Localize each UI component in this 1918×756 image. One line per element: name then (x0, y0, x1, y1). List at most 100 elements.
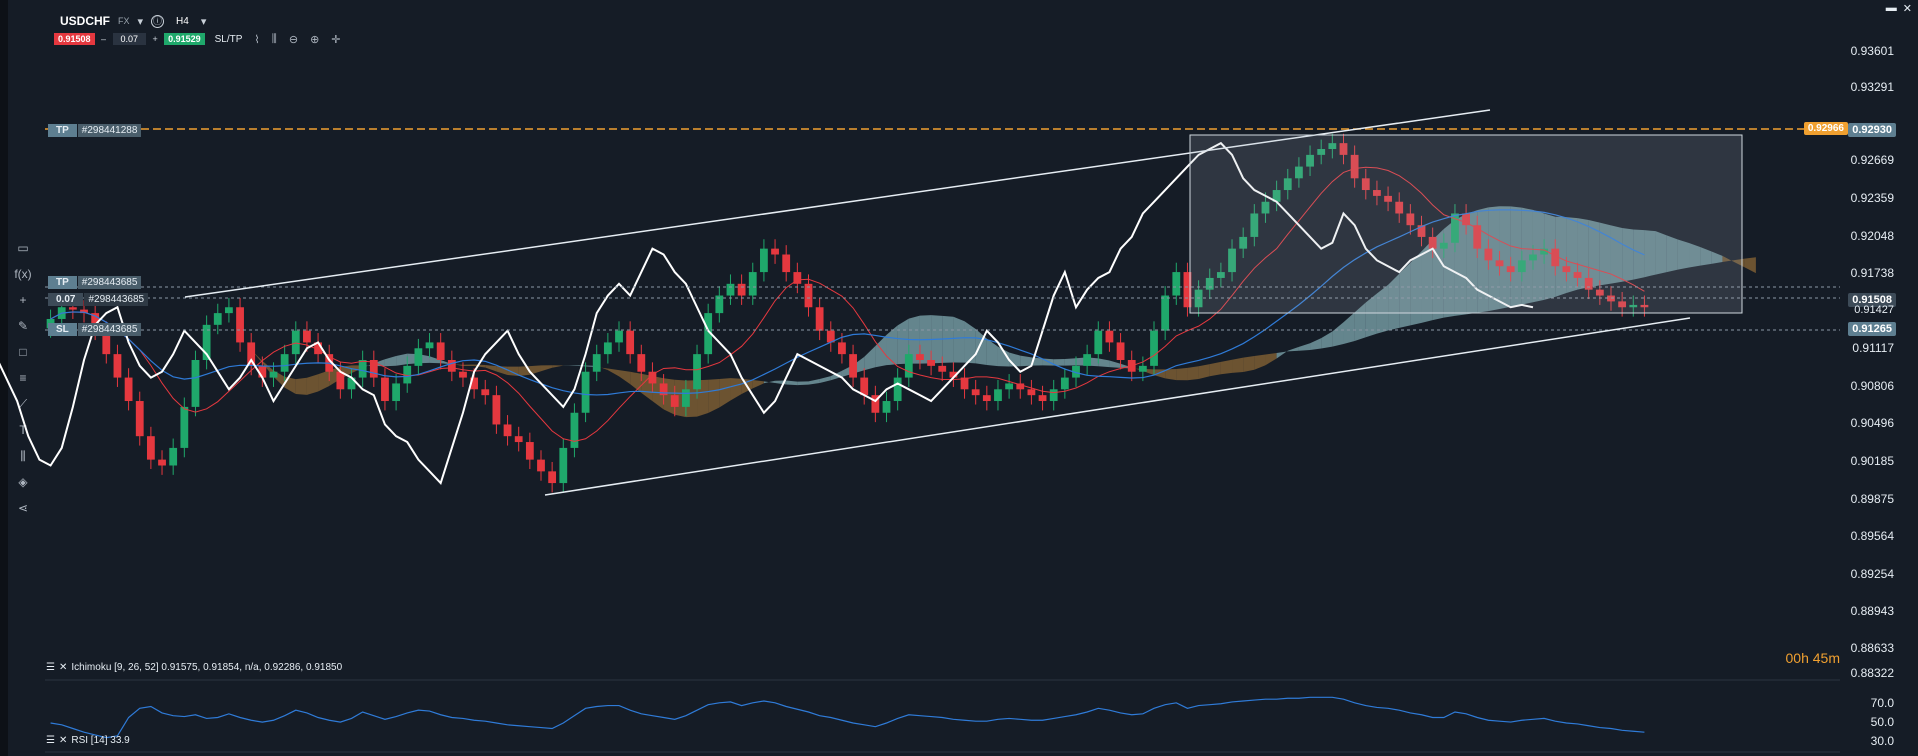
tp-order-2[interactable]: TP #298443685 (48, 276, 142, 289)
cloud-segment (1265, 353, 1277, 366)
ichimoku-legend[interactable]: ☰ ✕ Ichimoku [9, 26, 52] 0.91575, 0.9185… (46, 662, 342, 673)
candle-body (548, 471, 557, 484)
mid-price-label: 0.91427 (1854, 304, 1894, 316)
candle-body (592, 354, 601, 372)
cloud-segment (462, 364, 475, 366)
candle-body (916, 354, 924, 360)
order-type: 0.07 (48, 293, 84, 306)
candle-body (1094, 330, 1103, 355)
candle-body (1049, 389, 1058, 402)
candle-body (726, 283, 735, 296)
price-axis-label: 0.91738 (1850, 266, 1894, 280)
candle-body (425, 342, 434, 349)
cloud-segment (630, 371, 642, 393)
candle-body (146, 436, 155, 460)
candle-body (1161, 295, 1170, 331)
candle-body (927, 360, 935, 366)
candle-body (303, 330, 311, 343)
candle-body (1150, 330, 1158, 366)
cloud-segment (1232, 357, 1244, 373)
sl-order[interactable]: SL #298443685 (48, 323, 142, 336)
drawings (45, 109, 1840, 496)
cloud-segment (1287, 346, 1299, 352)
candle-body (436, 342, 445, 360)
candle-body (1116, 342, 1125, 360)
remove-icon[interactable]: ✕ (59, 662, 67, 673)
cloud-segment (1187, 366, 1199, 381)
remove-icon[interactable]: ✕ (59, 735, 67, 746)
cloud-segment (886, 325, 898, 366)
candle-body (124, 377, 133, 402)
candle-body (670, 395, 679, 407)
cloud-segment (1243, 356, 1255, 372)
price-axis-label: 0.92359 (1850, 191, 1894, 205)
candle-body (615, 330, 623, 343)
candle-body (447, 360, 456, 372)
candle-body (525, 442, 534, 460)
price-axis-label: 0.89564 (1850, 529, 1894, 543)
cloud-segment (1098, 358, 1110, 368)
candle-body (236, 307, 244, 343)
candle-body (492, 395, 501, 425)
price-chart[interactable] (0, 0, 1918, 756)
candle-body (693, 354, 701, 390)
candle-body (247, 342, 256, 366)
candle-body (225, 307, 233, 314)
cloud-segment (607, 368, 620, 377)
cloud-segment (875, 334, 887, 368)
rsi-panel (45, 679, 1840, 753)
cloud-segment (396, 353, 408, 366)
candle-body (358, 360, 367, 378)
cloud-segment (730, 378, 742, 401)
order-type: TP (48, 124, 77, 137)
candle-body (113, 354, 122, 378)
candle-body (1105, 330, 1114, 343)
candle-body (1138, 365, 1147, 372)
tp-order-1[interactable]: TP #298441288 (48, 124, 142, 137)
cloud-segment (1109, 360, 1121, 368)
candle-body (381, 377, 389, 402)
cloud-segment (1176, 367, 1188, 381)
cloud-segment (752, 379, 764, 389)
cloud-segment (1254, 354, 1266, 370)
cloud-segment (786, 380, 798, 386)
candle-body (737, 283, 746, 296)
candle-body (994, 389, 1002, 402)
candle-body (158, 459, 166, 466)
candle-body (971, 389, 980, 396)
candle-body (514, 436, 523, 443)
cloud-segment (1298, 343, 1311, 351)
candle-body (503, 424, 512, 437)
order-type: TP (48, 276, 77, 289)
candle-body (180, 406, 189, 448)
cloud-segment (574, 365, 586, 367)
menu-icon[interactable]: ☰ (46, 662, 55, 673)
cloud-segment (162, 313, 174, 319)
rsi-level-30: 30.0 (1870, 734, 1894, 748)
order-id: #298441288 (77, 124, 142, 137)
cloud-segment (318, 370, 330, 392)
cloud-segment (1332, 322, 1344, 347)
cloud-segment (306, 374, 319, 395)
cloud-segment (485, 364, 497, 372)
candle-body (570, 412, 579, 448)
candle-body (537, 459, 545, 472)
cloud-segment (1209, 361, 1221, 377)
countdown-hours: 00h (1785, 650, 1809, 666)
candle-body (191, 360, 200, 407)
candle-body (135, 401, 144, 437)
price-axis-label: 0.88322 (1850, 666, 1894, 680)
cloud-segment (797, 381, 809, 386)
candle-body (771, 248, 779, 255)
cloud-segment (1220, 359, 1233, 375)
order-id: #298443685 (84, 293, 149, 306)
menu-icon[interactable]: ☰ (46, 735, 55, 746)
candle-body (1083, 354, 1092, 366)
rsi-legend[interactable]: ☰ ✕ RSI [14] 33.9 (46, 735, 130, 746)
candle-body (169, 447, 178, 466)
position-order[interactable]: 0.07 #298443685 (48, 293, 149, 306)
candle-body (269, 371, 278, 378)
candle-body (637, 354, 646, 372)
tp-order-price-tag: 0.92966 (1803, 122, 1848, 135)
candle-body (681, 389, 690, 407)
